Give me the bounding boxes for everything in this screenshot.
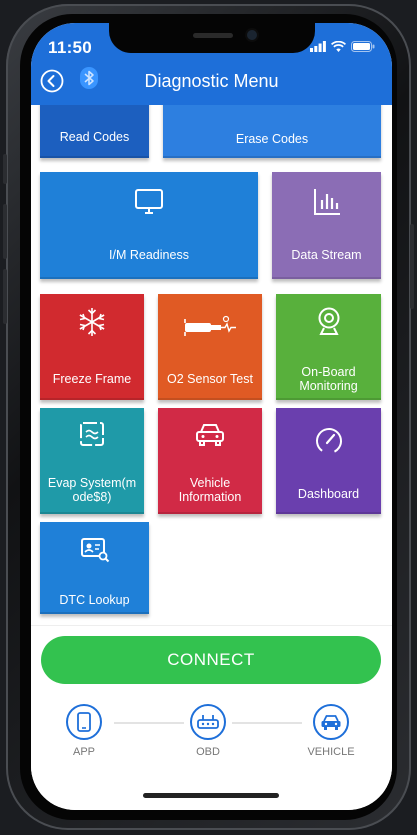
notch — [109, 23, 315, 53]
tile-label: Freeze Frame — [52, 372, 132, 386]
snowflake-icon — [79, 308, 105, 336]
power-button — [410, 224, 414, 309]
gauge-icon — [315, 428, 342, 454]
connection-panel: CONNECT APP OBD VEHICLE — [31, 625, 392, 810]
dtc-lookup-icon — [80, 538, 109, 563]
connect-button[interactable]: CONNECT — [41, 636, 381, 684]
status-time: 11:50 — [48, 38, 93, 57]
monitor-icon — [135, 189, 163, 214]
tile-label: I/M Readiness — [109, 248, 189, 262]
volume-down-button — [3, 269, 7, 324]
phone-icon — [77, 712, 91, 732]
volume-up-button — [3, 204, 7, 259]
wifi-icon — [331, 41, 346, 52]
tile-label: On-Board Monitoring — [299, 365, 358, 393]
tile-label: Dashboard — [297, 487, 360, 501]
tile-label: Erase Codes — [235, 132, 309, 146]
step-label: APP — [72, 746, 95, 758]
tile-label: Read Codes — [59, 130, 130, 144]
tile-label: Data Stream — [291, 248, 362, 262]
bar-chart-icon — [313, 189, 340, 215]
tile-label: Evap System(m ode$8) — [47, 476, 137, 504]
connection-line — [114, 722, 184, 724]
mute-switch — [3, 154, 7, 184]
o2-sensor-icon — [184, 315, 236, 336]
battery-icon — [351, 41, 375, 52]
step-label: VEHICLE — [307, 746, 355, 758]
page-title: Diagnostic Menu — [144, 71, 279, 91]
tile-label: O2 Sensor Test — [167, 372, 253, 386]
tile-read-codes[interactable]: Read Codes — [40, 105, 149, 158]
tile-data-stream[interactable]: Data Stream — [272, 172, 381, 279]
app-screen: 11:50 Diagnostic Menu Read Codes Erase C… — [31, 23, 392, 810]
diagnostic-menu-grid: Read Codes Erase Codes I/M Readiness Dat… — [31, 105, 392, 625]
tile-on-board-monitoring[interactable]: On-Board Monitoring — [276, 294, 381, 400]
connection-line — [232, 722, 302, 724]
step-app — [66, 704, 102, 740]
obd-adapter-icon — [197, 715, 219, 729]
status-icons — [310, 41, 375, 52]
speaker-grille — [193, 33, 233, 38]
step-vehicle — [313, 704, 349, 740]
signal-icon — [310, 41, 326, 52]
tile-vehicle-information[interactable]: Vehicle Information — [158, 408, 262, 514]
tile-dashboard[interactable]: Dashboard — [276, 408, 381, 514]
home-indicator — [143, 793, 279, 798]
tile-o2-sensor-test[interactable]: O2 Sensor Test — [158, 294, 262, 400]
webcam-icon — [318, 307, 339, 335]
front-camera — [247, 30, 257, 40]
step-label: OBD — [196, 746, 220, 758]
tile-im-readiness[interactable]: I/M Readiness — [40, 172, 258, 279]
tile-label: Vehicle Information — [178, 476, 242, 504]
tile-erase-codes[interactable]: Erase Codes — [163, 105, 381, 158]
tile-dtc-lookup[interactable]: DTC Lookup — [40, 522, 149, 614]
car-icon — [196, 424, 224, 446]
tile-label: DTC Lookup — [59, 593, 130, 607]
step-obd — [190, 704, 226, 740]
evap-icon — [80, 422, 104, 446]
tile-freeze-frame[interactable]: Freeze Frame — [40, 294, 144, 400]
car-icon — [321, 715, 341, 730]
tile-evap-system[interactable]: Evap System(m ode$8) — [40, 408, 144, 514]
